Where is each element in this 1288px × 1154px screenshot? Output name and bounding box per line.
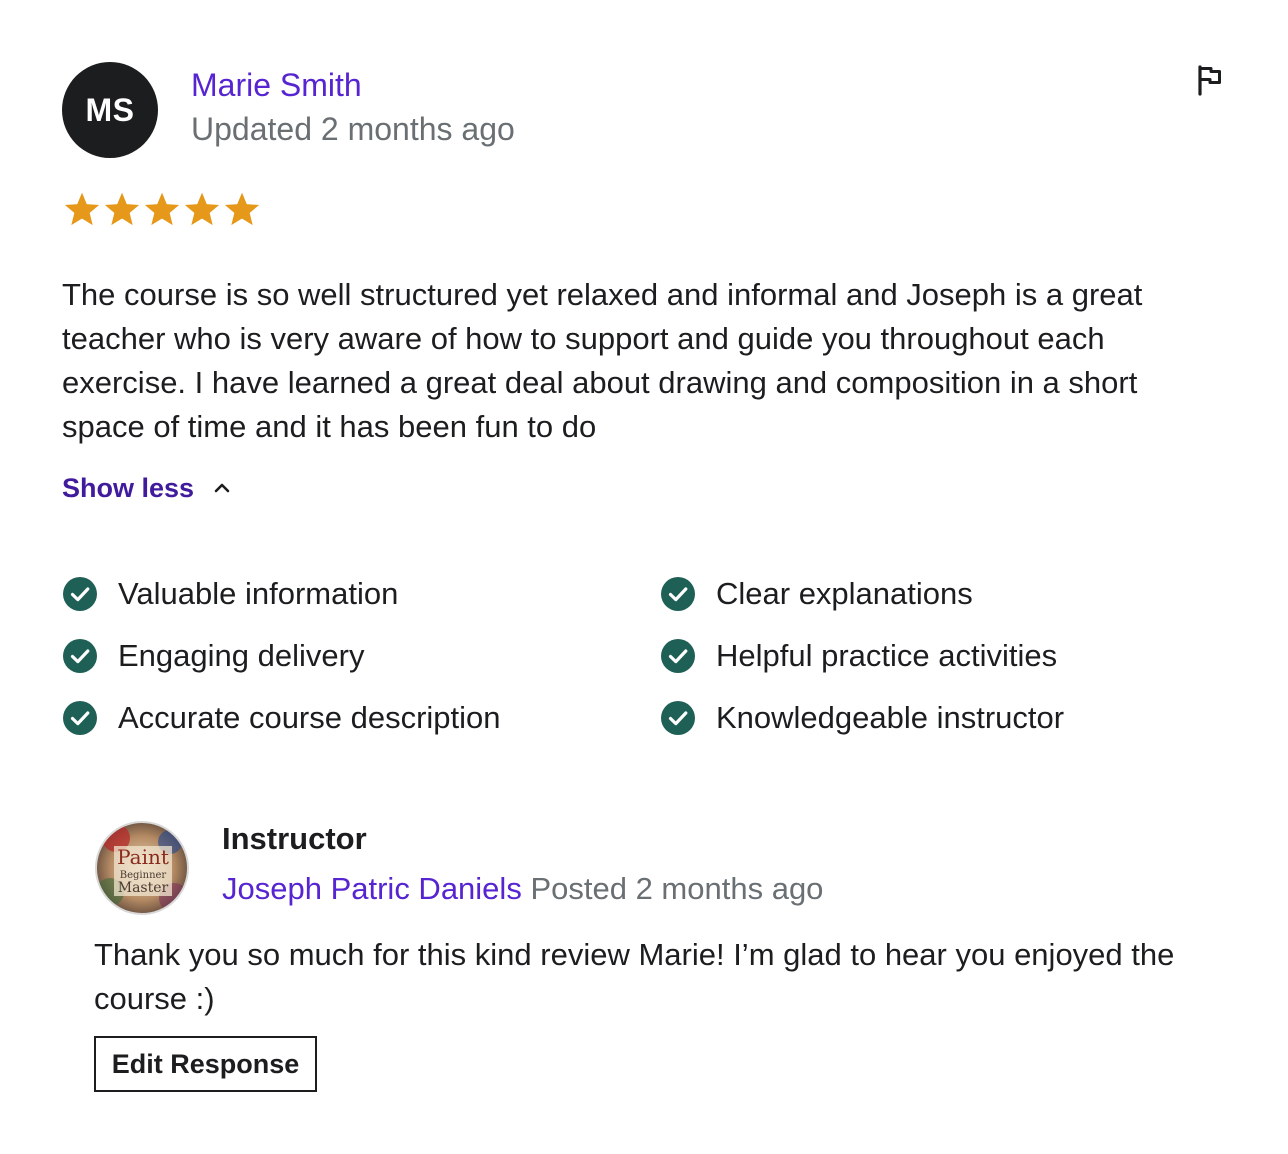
check-circle-icon: [661, 639, 695, 673]
feature-label: Valuable information: [118, 576, 399, 611]
review-card: MS Marie Smith Updated 2 months ago The …: [0, 0, 1288, 1154]
report-button[interactable]: [1190, 62, 1228, 98]
instructor-meta: Joseph Patric Daniels Posted 2 months ag…: [222, 870, 823, 908]
check-circle-icon: [63, 639, 97, 673]
avatar-paint-text: Paint: [117, 845, 169, 869]
feature-item: Accurate course description: [62, 680, 660, 756]
feature-list: Valuable information Clear explanations En…: [62, 570, 1212, 756]
feature-label: Accurate course description: [118, 700, 501, 735]
show-less-button[interactable]: Show less: [62, 470, 236, 506]
chevron-up-icon: [214, 483, 230, 493]
feature-label: Engaging delivery: [118, 638, 365, 673]
instructor-name-link[interactable]: Joseph Patric Daniels: [222, 871, 522, 906]
star-icon: [104, 192, 140, 226]
instructor-role: Instructor: [222, 821, 367, 856]
review-text: The course is so well structured yet rel…: [62, 277, 1143, 444]
star-icon: [64, 192, 100, 226]
feature-label: Helpful practice activities: [716, 638, 1058, 673]
star-icon: [184, 192, 220, 226]
check-circle-icon: [63, 577, 97, 611]
check-circle-icon: [63, 701, 97, 735]
star-icon: [144, 192, 180, 226]
star-icon: [224, 192, 260, 226]
reviewer-name: Marie Smith: [191, 67, 362, 103]
response-text: Thank you so much for this kind review M…: [94, 937, 1175, 1016]
review-updated-time: Updated 2 months ago: [191, 111, 515, 147]
check-circle-icon: [661, 577, 695, 611]
edit-response-button[interactable]: Edit Response: [94, 1036, 317, 1092]
show-less-label: Show less: [62, 473, 195, 503]
response-posted-time: Posted 2 months ago: [530, 871, 824, 906]
reviewer-avatar: MS: [62, 62, 158, 158]
feature-item: Knowledgeable instructor: [660, 680, 1212, 756]
check-circle-icon: [661, 701, 695, 735]
feature-label: Knowledgeable instructor: [716, 700, 1065, 735]
avatar-initials: MS: [85, 91, 135, 128]
flag-icon: [1198, 65, 1221, 96]
star-rating: [62, 190, 262, 230]
instructor-avatar: Paint Beginner Master: [95, 821, 189, 915]
feature-label: Clear explanations: [716, 576, 973, 611]
avatar-master-text: Master: [118, 880, 169, 896]
